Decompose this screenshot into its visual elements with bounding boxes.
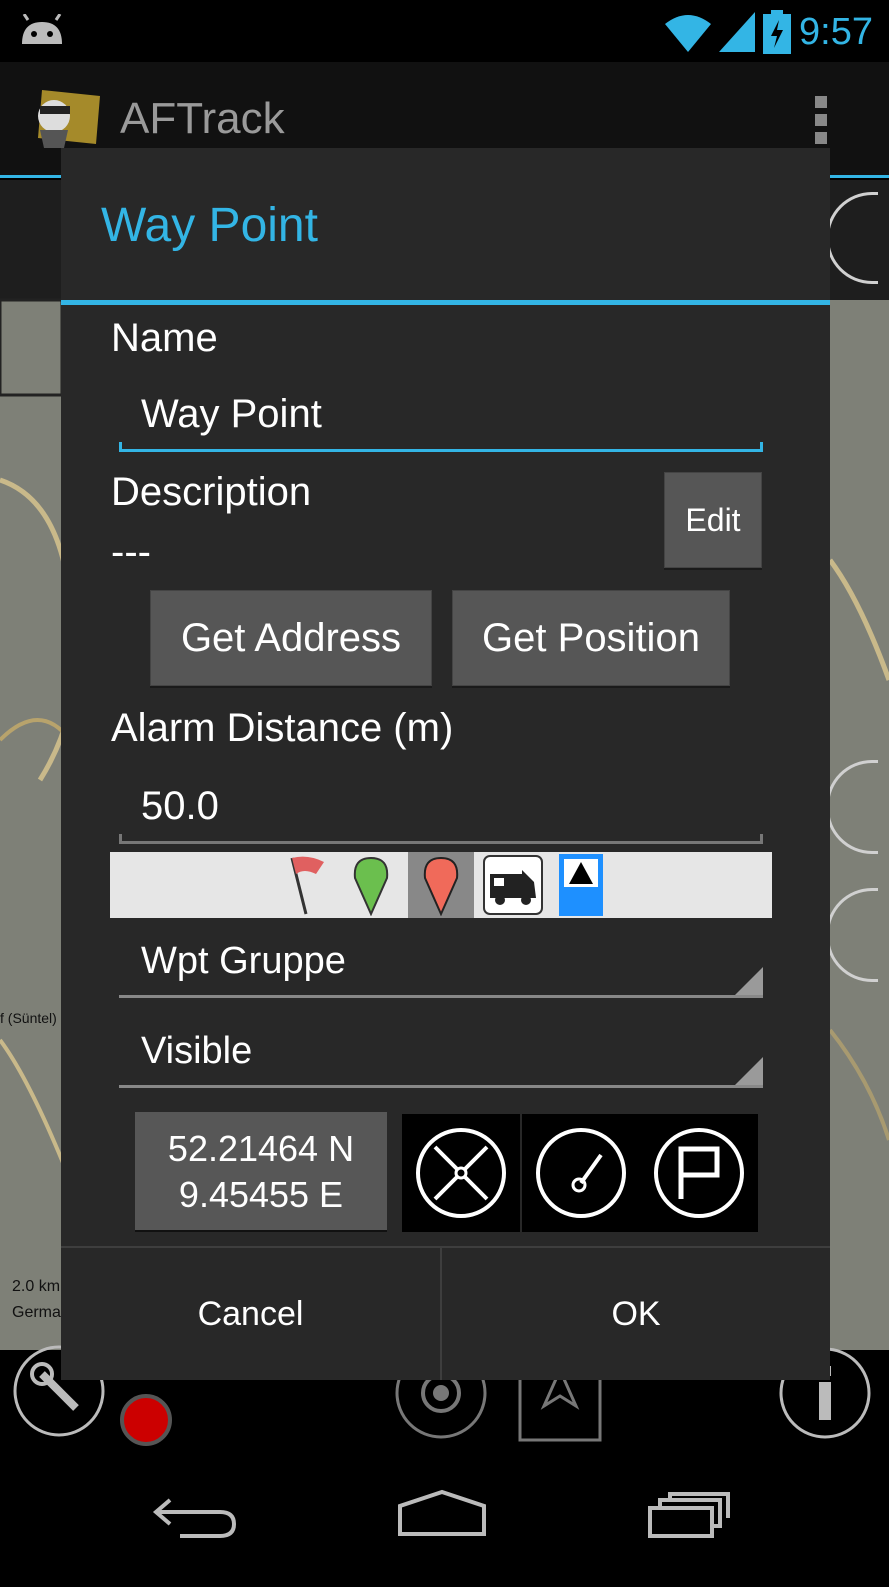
tent-campsite-icon	[559, 854, 603, 916]
status-bar: 9:57	[0, 0, 889, 62]
red-pin-option[interactable]	[408, 852, 474, 918]
recent-apps-icon[interactable]	[646, 1490, 732, 1540]
home-icon[interactable]	[396, 1488, 488, 1538]
alarm-distance-field[interactable]: 50.0	[119, 778, 763, 844]
red-pin-icon	[423, 856, 459, 916]
status-clock: 9:57	[799, 10, 873, 53]
visibility-select-value: Visible	[141, 1030, 253, 1072]
red-flag-icon	[290, 856, 324, 915]
alarm-distance-value: 50.0	[141, 784, 219, 828]
delete-waypoint-button[interactable]	[402, 1114, 520, 1232]
wifi-icon	[665, 15, 712, 52]
waypoint-icon-picker[interactable]	[110, 852, 772, 918]
camper-van-icon	[483, 855, 543, 915]
map-scale-label: 2.0 km	[12, 1278, 61, 1295]
android-notification-icon	[22, 14, 62, 44]
back-icon[interactable]	[150, 1490, 240, 1540]
cross-circle-icon	[416, 1128, 506, 1218]
app-logo-icon	[38, 90, 100, 148]
green-pin-option[interactable]	[338, 852, 404, 918]
dialog-title-divider	[61, 300, 830, 305]
battery-charging-icon	[763, 10, 792, 54]
dialog-title: Way Point	[101, 199, 318, 252]
coordinates-button[interactable]: 52.21464 N 9.45455 E	[135, 1112, 387, 1230]
map-country-label: Germa	[12, 1304, 61, 1321]
map-place-label: f (Süntel)	[0, 1010, 57, 1026]
green-pin-icon	[353, 856, 389, 916]
group-select-value: Wpt Gruppe	[141, 940, 346, 982]
signal-icon	[719, 12, 756, 52]
name-field[interactable]: Way Point	[119, 386, 763, 452]
group-select[interactable]: Wpt Gruppe	[119, 938, 763, 998]
waypoint-dialog: Way Point Name Way Point Description ---…	[61, 148, 830, 1380]
name-label: Name	[111, 316, 218, 360]
overflow-menu-icon[interactable]	[815, 96, 829, 148]
campsite-option[interactable]	[548, 852, 614, 918]
compass-needle-icon	[536, 1128, 626, 1218]
get-position-button[interactable]: Get Position	[452, 590, 730, 686]
flag-circle-icon	[654, 1128, 744, 1218]
longitude-value: 9.45455 E	[178, 1174, 344, 1215]
description-label: Description	[111, 470, 312, 514]
dropdown-arrow-icon	[735, 1057, 763, 1085]
goto-waypoint-button[interactable]	[522, 1114, 640, 1232]
alarm-distance-label: Alarm Distance (m)	[111, 706, 454, 750]
cancel-button[interactable]: Cancel	[61, 1248, 440, 1380]
edit-description-button[interactable]: Edit	[664, 472, 762, 568]
get-address-button[interactable]: Get Address	[150, 590, 432, 686]
dropdown-arrow-icon	[735, 967, 763, 995]
flag-waypoint-button[interactable]	[640, 1114, 758, 1232]
ok-button[interactable]: OK	[442, 1248, 830, 1380]
name-value: Way Point	[141, 392, 322, 436]
description-value: ---	[111, 530, 151, 574]
latitude-value: 52.21464 N	[167, 1128, 355, 1169]
system-navigation-bar	[0, 1460, 889, 1587]
app-title: AFTrack	[120, 94, 285, 143]
visibility-select[interactable]: Visible	[119, 1028, 763, 1088]
camper-option[interactable]	[480, 852, 546, 918]
flag-icon-option[interactable]	[276, 852, 342, 918]
